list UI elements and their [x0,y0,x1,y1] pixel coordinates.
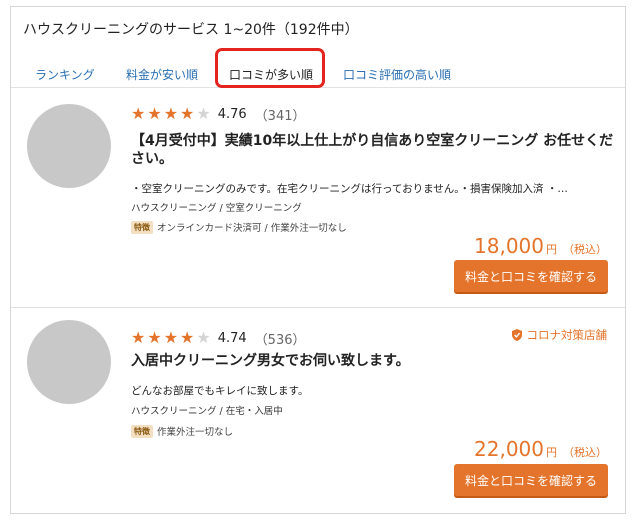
listing-features: 特徴 オンラインカード決済可 / 作業外注一切なし [131,220,347,234]
avatar [27,320,111,404]
tab-ranking[interactable]: ランキング [35,66,95,83]
active-tab-highlight [215,48,325,88]
review-count: （536） [254,332,306,348]
covid-measures-badge: コロナ対策店舗 [511,327,608,343]
check-price-reviews-button[interactable]: 料金と口コミを確認する [454,464,608,496]
listing-category: ハウスクリーニング / 空室クリーニング [131,203,302,214]
review-count: （341） [254,108,306,124]
star-icon: ★ [163,328,179,347]
star-icon: ★ [147,328,162,347]
price-value: 18,000 [474,234,544,258]
listing-category: ハウスクリーニング / 在宅・入居中 [131,406,283,417]
tab-top-rated[interactable]: 口コミ評価の高い順 [343,66,451,83]
avatar [27,104,111,188]
star-icon: ★ [147,104,162,123]
listing-title[interactable]: 入居中クリーニング男女でお伺い致します。 [131,352,615,370]
feature-text: オンラインカード決済可 / 作業外注一切なし [157,223,347,234]
check-price-reviews-button[interactable]: 料金と口コミを確認する [454,260,608,292]
star-icon: ★ [180,328,195,347]
price-value: 22,000 [474,437,544,461]
listing-description: ・空室クリーニングのみです。在宅クリーニングは行っておりません。・損害保険加入済… [131,183,568,195]
listing-description: どんなお部屋でもキレイに致します。 [131,385,309,397]
star-icon: ★ [131,328,146,347]
shield-check-icon [511,329,522,341]
price-unit: 円 [546,446,557,459]
feature-text: 作業外注一切なし [157,427,234,438]
feature-tag: 特徴 [131,424,153,438]
listing-features: 特徴 作業外注一切なし [131,424,233,438]
price-tax-label: （税込） [563,446,607,459]
badge-label: コロナ対策店舗 [526,328,608,342]
star-empty-icon: ★ [196,104,211,123]
feature-tag: 特徴 [131,220,153,234]
star-icon: ★ [163,104,179,123]
rating-score: 4.74 [217,330,247,346]
search-results-panel: ハウスクリーニングのサービス 1~20件（192件中） ランキング 料金が安い順… [10,6,626,514]
rating-score: 4.76 [217,106,247,122]
rating: ★ ★ ★ ★ ★ 4.74 （536） [131,328,306,348]
price-tax-label: （税込） [563,243,607,256]
star-icon: ★ [131,104,146,123]
listing-title[interactable]: 【4月受付中】実績10年以上仕上がり自信あり空室クリーニング お任せください。 [131,132,615,168]
price-unit: 円 [546,243,557,256]
tab-price-low[interactable]: 料金が安い順 [126,66,198,83]
listing-card[interactable]: ★ ★ ★ ★ ★ 4.76 （341） 【4月受付中】実績10年以上仕上がり自… [11,92,625,308]
rating: ★ ★ ★ ★ ★ 4.76 （341） [131,104,306,124]
listing-card[interactable]: ★ ★ ★ ★ ★ 4.74 （536） コロナ対策店舗 入居中クリーニング男女… [11,308,625,513]
price: 18,000 円 （税込） [474,234,607,258]
star-icon: ★ [180,104,195,123]
results-heading: ハウスクリーニングのサービス 1~20件（192件中） [23,22,359,38]
star-empty-icon: ★ [196,328,211,347]
price: 22,000 円 （税込） [474,437,607,461]
